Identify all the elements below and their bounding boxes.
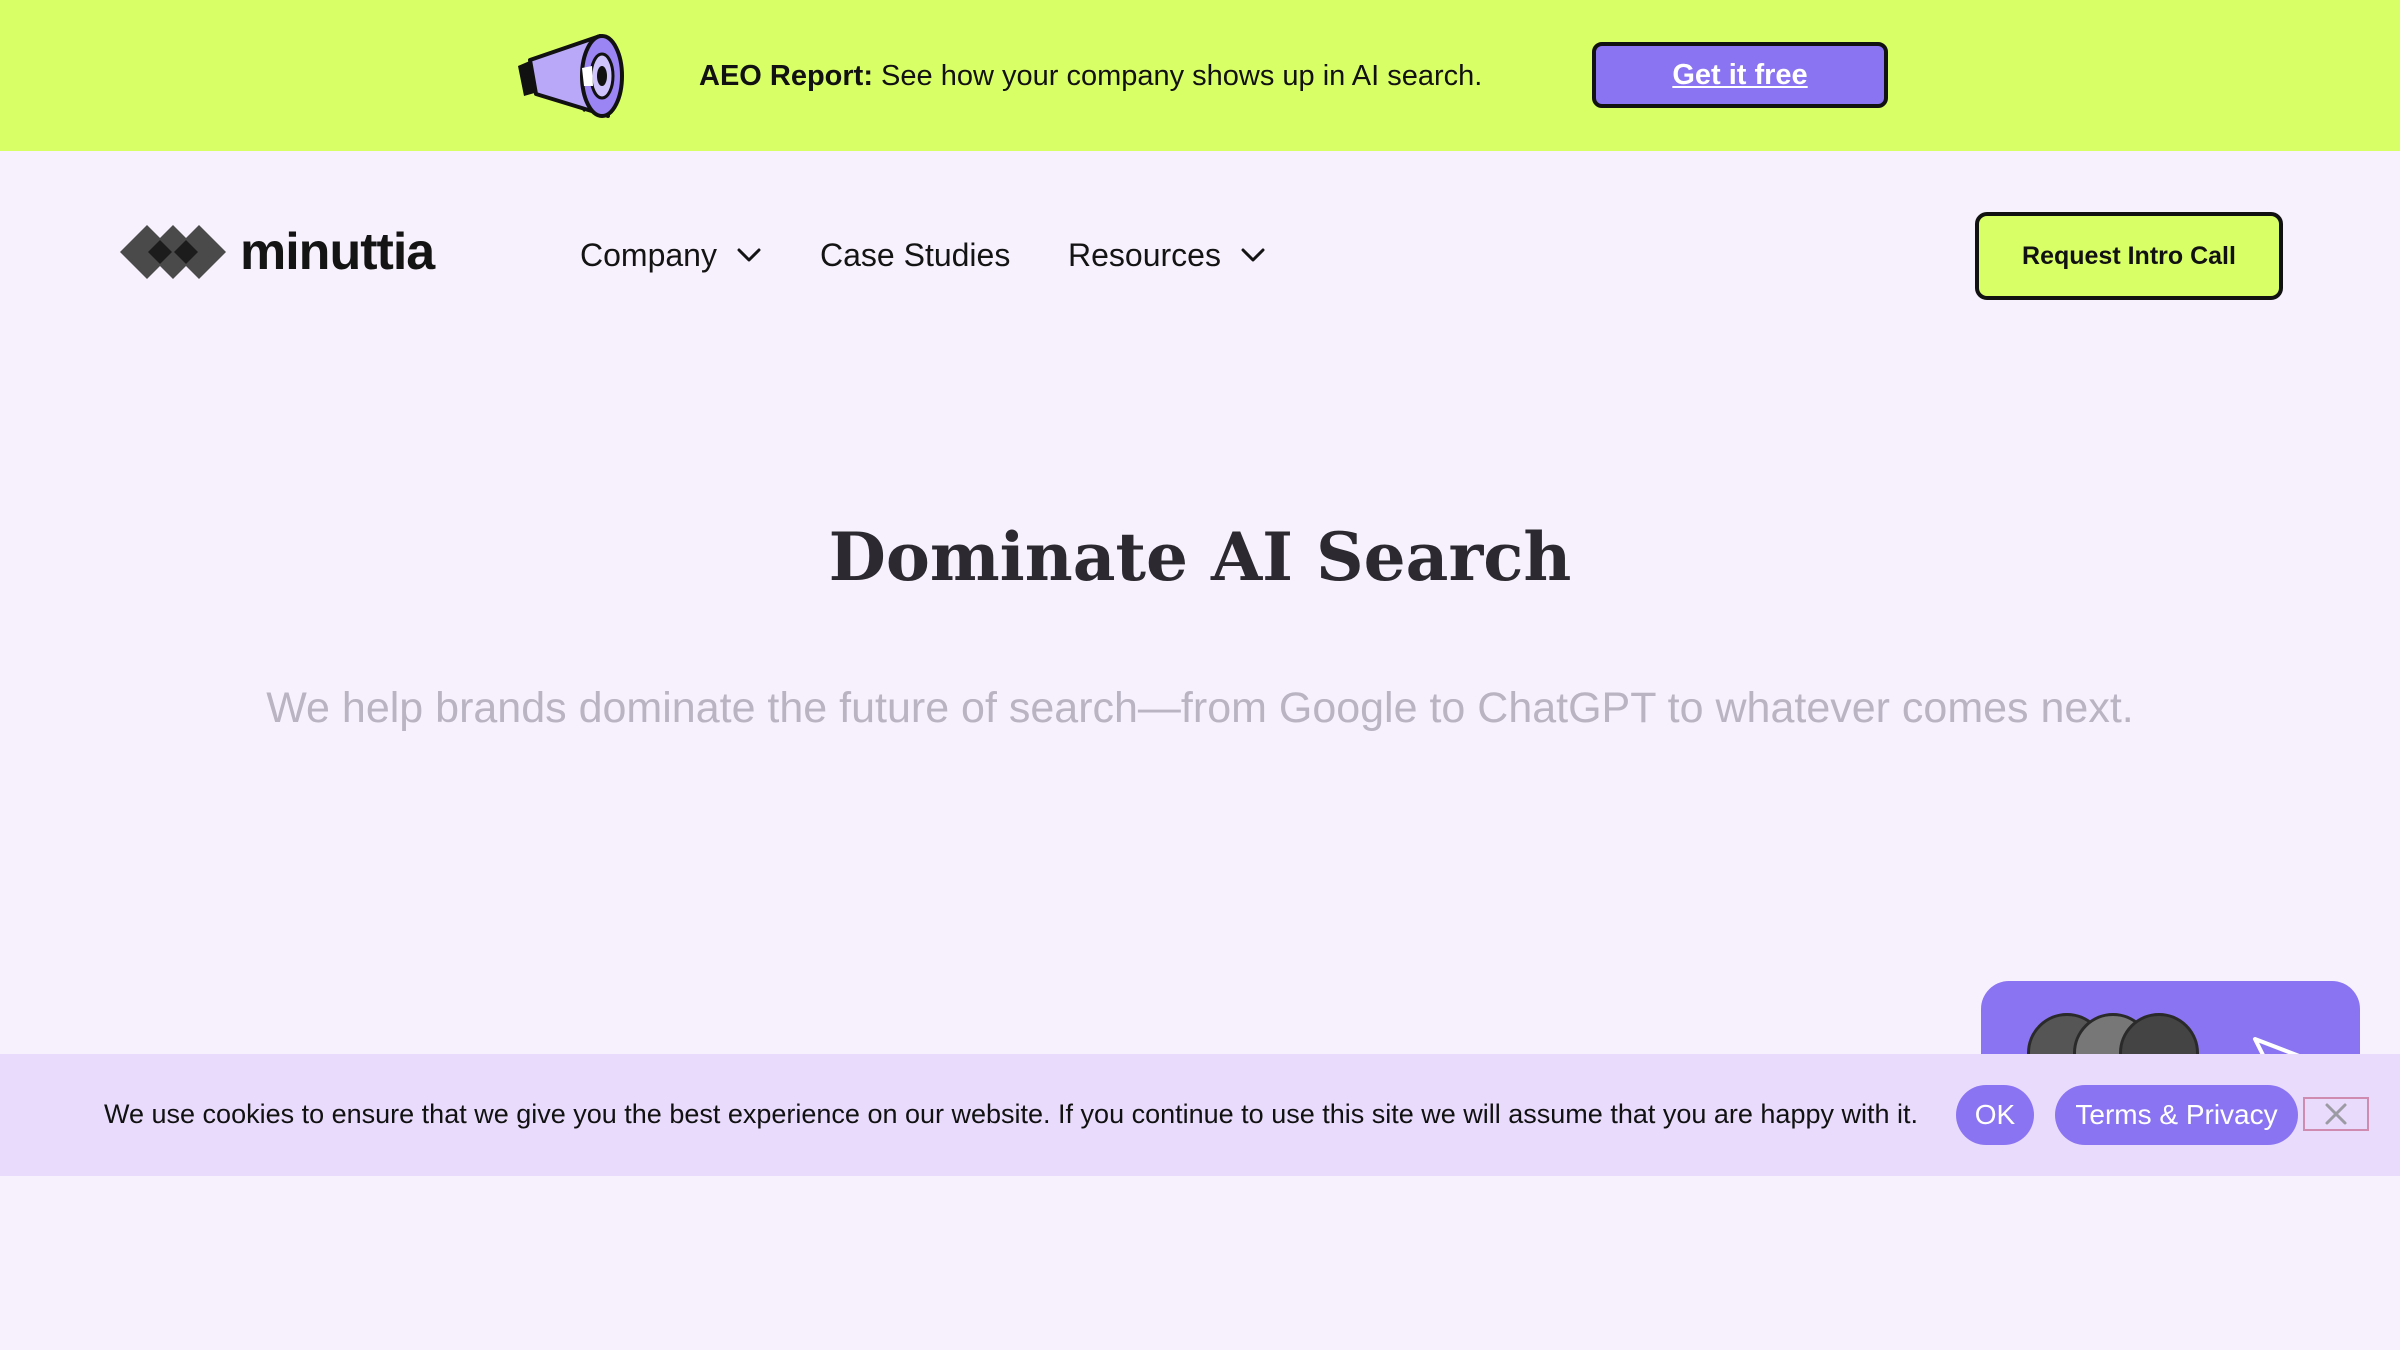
nav-company-label: Company: [580, 236, 717, 273]
logo[interactable]: minuttia: [120, 222, 435, 282]
nav-case-studies-label: Case Studies: [820, 236, 1011, 273]
cookie-ok-button[interactable]: OK: [1956, 1085, 2034, 1145]
nav-case-studies[interactable]: Case Studies: [820, 232, 1010, 278]
promo-text: AEO Report: See how your company shows u…: [699, 58, 1482, 94]
nav-company[interactable]: Company: [580, 232, 761, 278]
promo-banner: AEO Report: See how your company shows u…: [0, 0, 2400, 151]
diamonds-logo-icon: [120, 225, 226, 279]
close-icon: [2325, 1103, 2347, 1125]
cookie-message: We use cookies to ensure that we give yo…: [104, 1099, 1918, 1129]
nav-resources-label: Resources: [1068, 236, 1221, 273]
terms-privacy-button[interactable]: Terms & Privacy: [2055, 1085, 2298, 1145]
hero-title: Dominate AI Search: [828, 518, 1572, 596]
promo-text-bold: AEO Report:: [699, 60, 873, 92]
request-intro-call-button[interactable]: Request Intro Call: [1975, 212, 2283, 300]
chevron-down-icon: [737, 248, 761, 262]
megaphone-icon: [518, 34, 624, 118]
logo-text: minuttia: [240, 223, 435, 281]
hero-subtitle: We help brands dominate the future of se…: [266, 684, 2134, 732]
cookie-close-button[interactable]: [2303, 1097, 2369, 1131]
cookie-banner: We use cookies to ensure that we give yo…: [0, 1054, 2400, 1176]
get-it-free-button[interactable]: Get it free: [1592, 42, 1888, 108]
chevron-down-icon: [1241, 248, 1265, 262]
nav-resources[interactable]: Resources: [1068, 232, 1265, 278]
promo-text-rest: See how your company shows up in AI sear…: [873, 60, 1483, 92]
